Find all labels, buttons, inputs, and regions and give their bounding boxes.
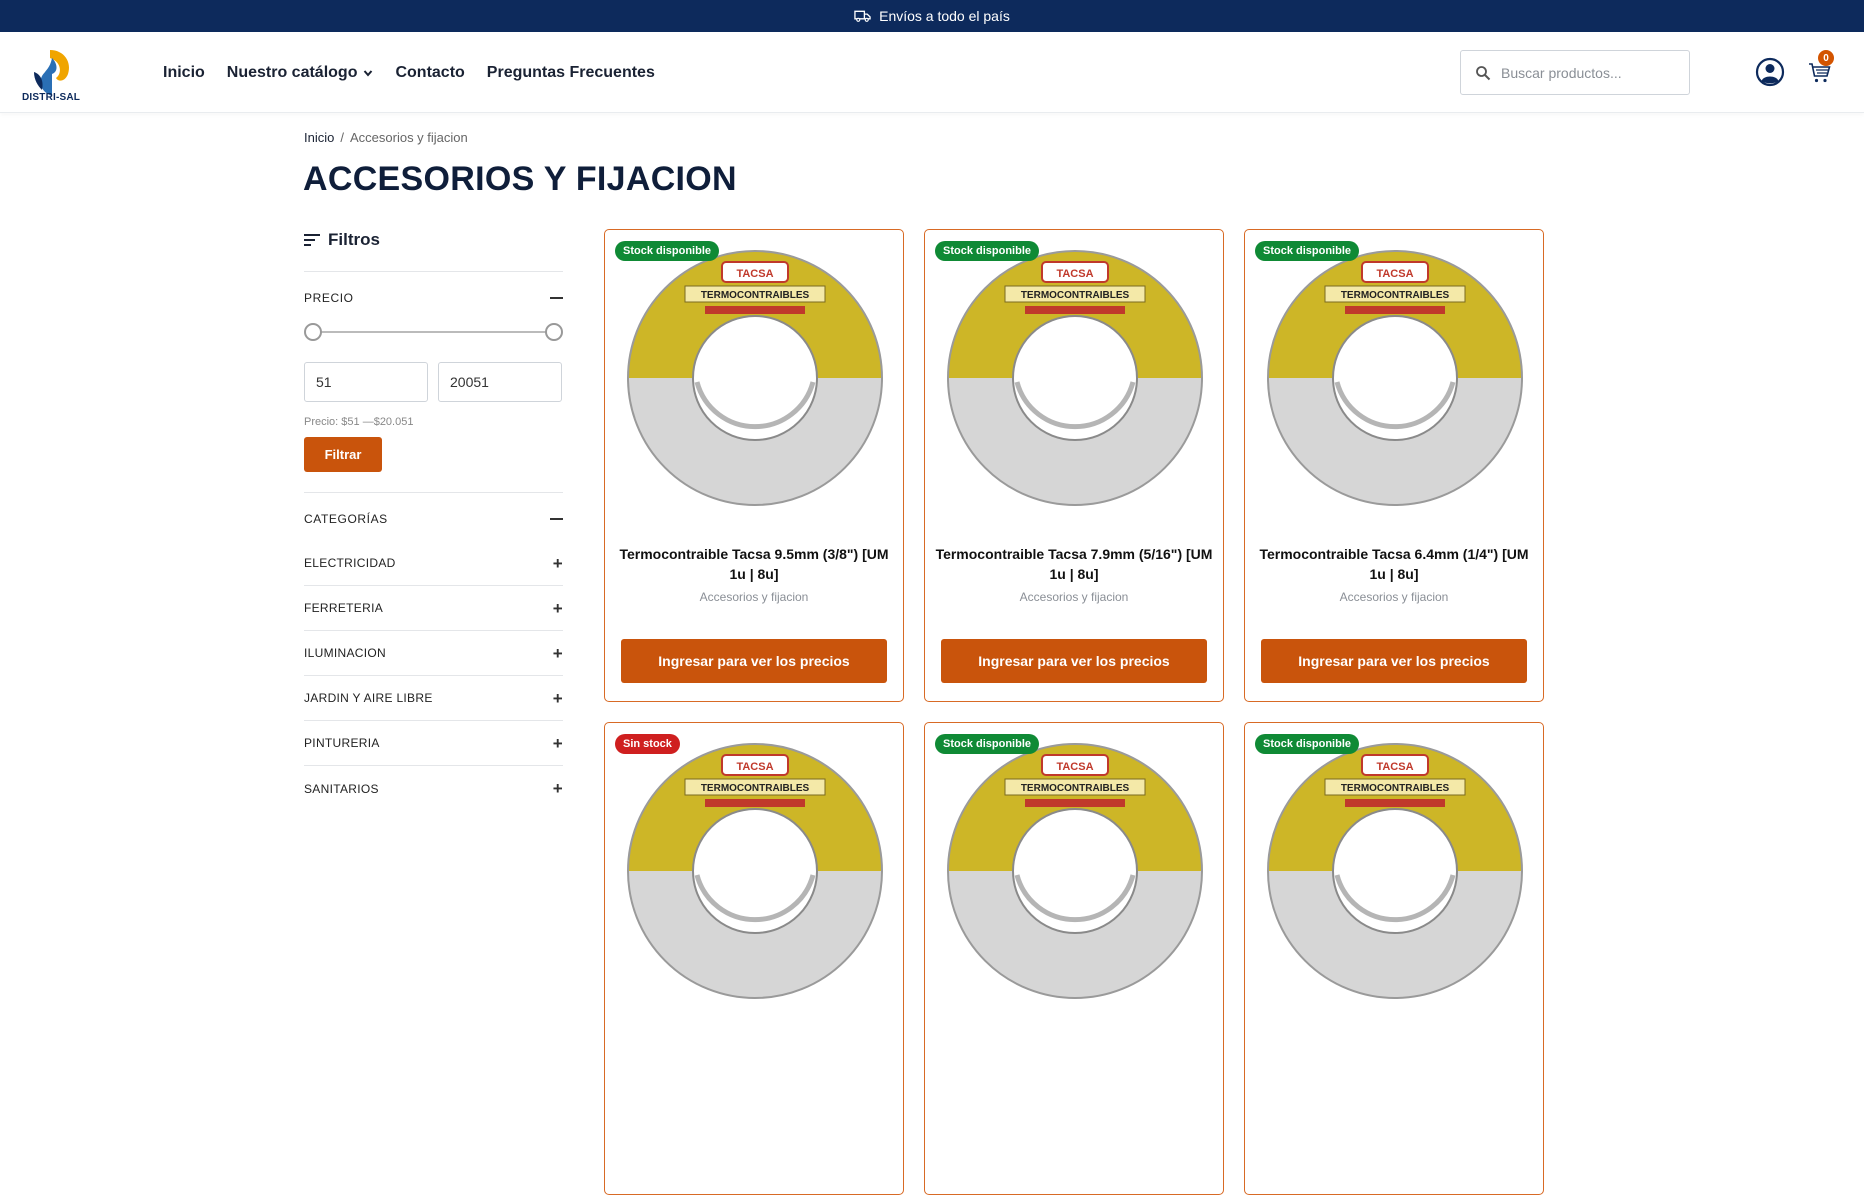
svg-text:TACSA: TACSA (1376, 761, 1413, 773)
shipping-banner: Envíos a todo el país (0, 0, 1864, 32)
filters-header: Filtros (304, 226, 563, 254)
breadcrumb: Inicio / Accesorios y fijacion (304, 130, 468, 145)
svg-text:TERMOCONTRAIBLES: TERMOCONTRAIBLES (701, 290, 810, 301)
truck-icon (854, 10, 871, 22)
svg-text:TERMOCONTRAIBLES: TERMOCONTRAIBLES (1021, 783, 1130, 794)
stock-badge: Stock disponible (935, 241, 1040, 261)
categories-heading: CATEGORÍAS (304, 512, 388, 526)
login-to-see-prices-button[interactable]: Ingresar para ver los precios (621, 639, 887, 683)
filters-sidebar: Filtros PRECIO Precio: $51 —$20.051 Filt… (304, 226, 563, 811)
price-max-input[interactable] (438, 362, 562, 402)
product-image[interactable]: TACSA TERMOCONTRAIBLES (947, 743, 1203, 999)
page-title: ACCESORIOS Y FIJACION (303, 160, 737, 198)
nav-item-inicio[interactable]: Inicio (163, 64, 205, 82)
stock-badge: Stock disponible (1255, 241, 1360, 261)
filter-button[interactable]: Filtrar (304, 437, 382, 472)
svg-text:TACSA: TACSA (1376, 268, 1413, 280)
expand-plus-icon: + (552, 598, 563, 618)
category-pintureria[interactable]: PINTURERIA + (304, 721, 563, 766)
product-title[interactable]: Termocontraible Tacsa 6.4mm (1/4") [UM 1… (1255, 544, 1533, 584)
nav-item-catalogo[interactable]: Nuestro catálogo (227, 64, 374, 82)
categories-section-header[interactable]: CATEGORÍAS (304, 509, 563, 529)
category-list: ELECTRICIDAD + FERRETERIA + ILUMINACION + J… (304, 541, 563, 811)
filter-lines-icon (304, 234, 320, 246)
price-inputs (304, 362, 563, 402)
expand-plus-icon: + (552, 553, 563, 573)
breadcrumb-current: Accesorios y fijacion (349, 130, 468, 145)
svg-text:TACSA: TACSA (1056, 761, 1093, 773)
category-iluminacion[interactable]: ILUMINACION + (304, 631, 563, 676)
price-range-label: Precio: $51 —$20.051 (304, 416, 414, 428)
logo-text: DISTRI-SAL (22, 92, 81, 103)
svg-text:TERMOCONTRAIBLES: TERMOCONTRAIBLES (1341, 783, 1450, 794)
collapse-icon (550, 297, 563, 299)
product-card[interactable]: Stock disponible TACSA TERMOCONTRAIBLES … (924, 229, 1224, 702)
nav-item-contacto[interactable]: Contacto (395, 64, 464, 82)
stock-badge: Stock disponible (1255, 734, 1360, 754)
login-to-see-prices-button[interactable]: Ingresar para ver los precios (941, 639, 1207, 683)
svg-text:TERMOCONTRAIBLES: TERMOCONTRAIBLES (701, 783, 810, 794)
search-icon (1476, 65, 1491, 80)
slider-handle-max[interactable] (545, 323, 563, 341)
breadcrumb-separator: / (340, 130, 344, 145)
slider-handle-min[interactable] (304, 323, 322, 341)
login-to-see-prices-button[interactable]: Ingresar para ver los precios (1261, 639, 1527, 683)
search-input[interactable] (1501, 64, 1671, 81)
price-heading: PRECIO (304, 291, 354, 305)
category-jardin[interactable]: JARDIN Y AIRE LIBRE + (304, 676, 563, 721)
collapse-icon (550, 518, 563, 520)
price-min-input[interactable] (304, 362, 428, 402)
expand-plus-icon: + (552, 643, 563, 663)
product-card[interactable]: Stock disponible TACSA TERMOCONTRAIBLES … (604, 229, 904, 702)
cart-count-badge: 0 (1818, 50, 1834, 66)
product-image[interactable]: TACSA TERMOCONTRAIBLES (1267, 743, 1523, 999)
product-card[interactable]: Sin stock TACSA TERMOCONTRAIBLES (604, 722, 904, 1195)
svg-text:TACSA: TACSA (736, 268, 773, 280)
shipping-text: Envíos a todo el país (879, 8, 1010, 24)
category-electricidad[interactable]: ELECTRICIDAD + (304, 541, 563, 586)
price-range-slider (304, 322, 563, 342)
svg-text:TACSA: TACSA (736, 761, 773, 773)
product-title[interactable]: Termocontraible Tacsa 7.9mm (5/16") [UM … (935, 544, 1213, 584)
stock-badge: Stock disponible (935, 734, 1040, 754)
product-image[interactable]: TACSA TERMOCONTRAIBLES (627, 743, 883, 999)
product-title[interactable]: Termocontraible Tacsa 9.5mm (3/8") [UM 1… (615, 544, 893, 584)
stock-badge: Sin stock (615, 734, 680, 754)
category-sanitarios[interactable]: SANITARIOS + (304, 766, 563, 811)
user-account-icon[interactable] (1755, 57, 1785, 87)
product-category: Accesorios y fijacion (1339, 590, 1449, 604)
chevron-down-icon (364, 69, 373, 77)
expand-plus-icon: + (552, 779, 563, 798)
product-image[interactable]: TACSA TERMOCONTRAIBLES (1267, 250, 1523, 506)
filters-title: Filtros (328, 230, 380, 249)
nav-item-faq[interactable]: Preguntas Frecuentes (487, 64, 655, 82)
breadcrumb-home[interactable]: Inicio (304, 130, 334, 145)
svg-text:TERMOCONTRAIBLES: TERMOCONTRAIBLES (1341, 290, 1450, 301)
slider-track (312, 331, 555, 333)
product-card[interactable]: Stock disponible TACSA TERMOCONTRAIBLES (924, 722, 1224, 1195)
product-image[interactable]: TACSA TERMOCONTRAIBLES (627, 250, 883, 506)
svg-text:TACSA: TACSA (1056, 268, 1093, 280)
main-nav: Inicio Nuestro catálogo Contacto Pregunt… (163, 32, 655, 113)
category-ferreteria[interactable]: FERRETERIA + (304, 586, 563, 631)
expand-plus-icon: + (552, 733, 563, 753)
price-section-header[interactable]: PRECIO (304, 288, 563, 308)
expand-plus-icon: + (552, 688, 563, 708)
product-category: Accesorios y fijacion (1019, 590, 1129, 604)
product-card[interactable]: Stock disponible TACSA TERMOCONTRAIBLES … (1244, 229, 1544, 702)
stock-badge: Stock disponible (615, 241, 720, 261)
product-card[interactable]: Stock disponible TACSA TERMOCONTRAIBLES (1244, 722, 1544, 1195)
svg-text:TERMOCONTRAIBLES: TERMOCONTRAIBLES (1021, 290, 1130, 301)
search-box[interactable] (1460, 50, 1690, 95)
product-image[interactable]: TACSA TERMOCONTRAIBLES (947, 250, 1203, 506)
product-grid: Stock disponible TACSA TERMOCONTRAIBLES … (604, 229, 1544, 1195)
product-category: Accesorios y fijacion (699, 590, 809, 604)
divider (304, 492, 563, 493)
site-header: DISTRI-SAL Inicio Nuestro catálogo Conta… (0, 32, 1864, 113)
divider (304, 271, 563, 272)
